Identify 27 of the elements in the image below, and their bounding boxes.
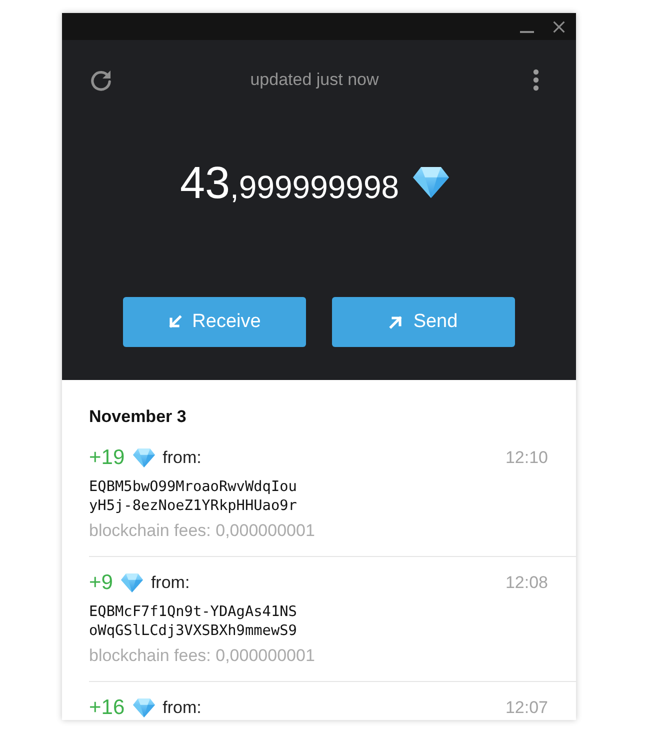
arrow-icon [389, 315, 404, 329]
transaction-time: 12:08 [505, 572, 548, 594]
diamond-icon [413, 166, 450, 198]
diamond-icon [132, 448, 155, 468]
from-label: from: [162, 697, 202, 719]
date-heading: November 3 [89, 407, 188, 427]
transaction-time: 12:07 [505, 697, 548, 719]
close-icon[interactable] [553, 20, 565, 32]
transaction-time: 12:10 [505, 447, 548, 469]
arrow-icon [168, 315, 182, 329]
transaction-amount: +16 [89, 697, 125, 719]
receive-button[interactable]: Receive [123, 297, 306, 347]
balance-amount: 43,999999998 [180, 160, 400, 204]
menu-icon[interactable] [533, 69, 539, 91]
from-label: from: [162, 447, 202, 469]
fee-text: blockchain fees: 0,000000001 [89, 645, 316, 667]
transaction-amount: +9 [89, 572, 113, 594]
diamond-icon [120, 573, 143, 593]
refresh-icon[interactable] [90, 69, 112, 91]
from-label: from: [150, 572, 190, 594]
update-status: updated just now [250, 70, 379, 90]
transaction-amount: +19 [89, 447, 125, 469]
sender-address: EQBM5bwO99MroaoRwvWdqIou yH5j-8ezNoeZ1YRkpHHUao9r [89, 478, 298, 516]
fee-text: blockchain fees: 0,000000001 [89, 520, 316, 542]
sender-address: EQBMcF7f1Qn9t-YDAgAs41NS oWqGSlLCdj3VXSBXh9mmewS9 [89, 603, 298, 641]
send-button[interactable]: Send [332, 297, 515, 347]
diamond-icon [132, 698, 155, 718]
